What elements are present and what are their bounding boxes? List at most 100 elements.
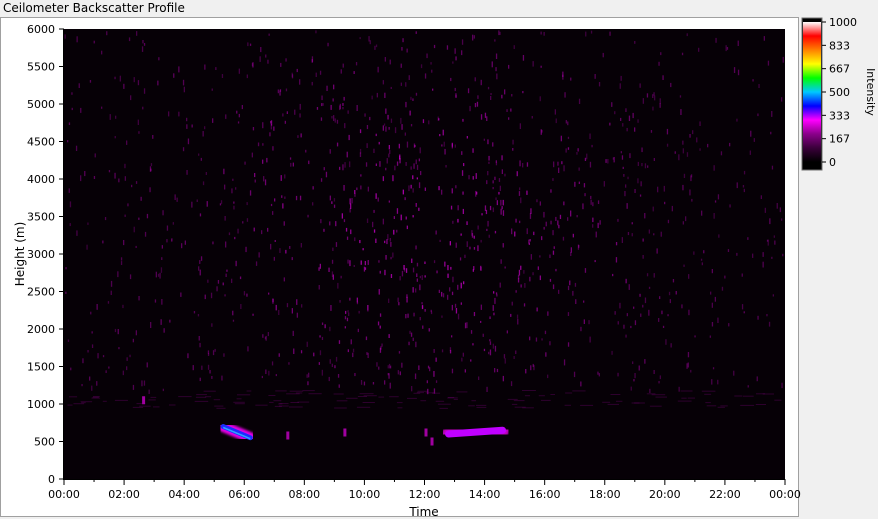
noise-speck: [286, 303, 289, 308]
noise-speck: [438, 186, 440, 191]
noise-speck: [67, 339, 70, 342]
noise-speck: [756, 376, 758, 382]
noise-speck: [204, 126, 206, 130]
noise-speck: [409, 110, 411, 116]
noise-speck: [667, 219, 670, 224]
noise-speck: [727, 249, 730, 252]
noise-speck: [721, 286, 724, 291]
y-tick-label: 500: [34, 436, 55, 449]
noise-speck: [414, 144, 416, 148]
noise-speck: [120, 261, 123, 265]
colorbar-label: Intensity: [864, 68, 877, 116]
noise-speck: [454, 48, 456, 54]
noise-band: [417, 390, 429, 392]
noise-speck: [483, 348, 486, 352]
y-tick-label: 3000: [27, 248, 55, 261]
noise-speck: [646, 273, 649, 277]
noise-speck: [247, 346, 249, 352]
noise-speck: [540, 31, 542, 35]
noise-speck: [217, 280, 220, 284]
noise-speck: [652, 106, 654, 111]
noise-speck: [494, 176, 496, 180]
noise-speck: [771, 165, 774, 170]
noise-speck: [278, 309, 280, 315]
noise-speck: [687, 352, 690, 358]
noise-speck: [329, 359, 331, 364]
noise-speck: [612, 273, 614, 277]
noise-speck: [454, 87, 456, 92]
noise-speck: [336, 142, 339, 147]
noise-speck: [87, 222, 89, 225]
noise-band: [102, 400, 107, 402]
noise-speck: [289, 157, 292, 160]
noise-speck: [323, 228, 325, 232]
noise-speck: [359, 129, 362, 134]
noise-speck: [182, 147, 185, 152]
noise-speck: [367, 352, 369, 358]
noise-speck: [402, 38, 404, 43]
noise-speck: [614, 311, 616, 315]
noise-speck: [473, 235, 475, 239]
noise-speck: [284, 174, 286, 179]
x-tick-label: 04:00: [168, 488, 200, 501]
noise-speck: [529, 239, 531, 242]
noise-speck: [412, 267, 415, 273]
noise-speck: [523, 303, 526, 307]
noise-speck: [510, 313, 512, 317]
noise-speck: [209, 370, 211, 374]
noise-speck: [249, 43, 252, 46]
noise-speck: [359, 240, 361, 244]
noise-speck: [457, 205, 459, 211]
noise-speck: [512, 148, 514, 151]
noise-speck: [368, 36, 370, 42]
noise-band: [233, 401, 245, 403]
noise-speck: [342, 107, 344, 110]
noise-speck: [404, 132, 406, 136]
noise-speck: [634, 41, 636, 44]
noise-speck: [674, 151, 676, 154]
noise-speck: [148, 389, 150, 394]
noise-speck: [712, 367, 715, 370]
noise-speck: [308, 372, 310, 378]
noise-speck: [261, 230, 263, 235]
noise-speck: [318, 267, 320, 271]
x-tick-label: 12:00: [409, 488, 441, 501]
noise-speck: [347, 110, 349, 114]
noise-speck: [352, 352, 354, 358]
noise-speck: [577, 244, 580, 250]
noise-speck: [337, 374, 340, 378]
noise-band: [255, 404, 268, 406]
noise-speck: [330, 104, 332, 110]
noise-speck: [388, 127, 390, 130]
noise-speck: [633, 379, 635, 382]
noise-speck: [648, 229, 650, 234]
noise-band: [203, 390, 216, 392]
noise-speck: [714, 296, 716, 302]
noise-speck: [143, 380, 146, 386]
noise-speck: [114, 328, 117, 333]
noise-speck: [344, 316, 347, 320]
noise-speck: [359, 148, 362, 154]
noise-speck: [313, 352, 315, 357]
noise-speck: [726, 47, 729, 50]
noise-band: [522, 390, 536, 391]
noise-speck: [244, 161, 246, 165]
noise-speck: [690, 175, 692, 182]
noise-speck: [273, 126, 275, 131]
noise-speck: [501, 169, 503, 174]
noise-speck: [694, 335, 696, 338]
noise-speck: [518, 269, 521, 276]
noise-speck: [567, 147, 570, 150]
noise-speck: [591, 144, 593, 148]
x-tick-label: 00:00: [769, 488, 801, 501]
noise-speck: [524, 283, 526, 288]
noise-speck: [578, 98, 581, 104]
noise-speck: [763, 36, 765, 41]
noise-speck: [639, 293, 641, 297]
noise-speck: [463, 281, 465, 285]
noise-speck: [386, 239, 388, 245]
noise-speck: [360, 174, 362, 177]
noise-speck: [620, 151, 622, 154]
noise-speck: [522, 55, 525, 61]
noise-speck: [390, 118, 393, 123]
